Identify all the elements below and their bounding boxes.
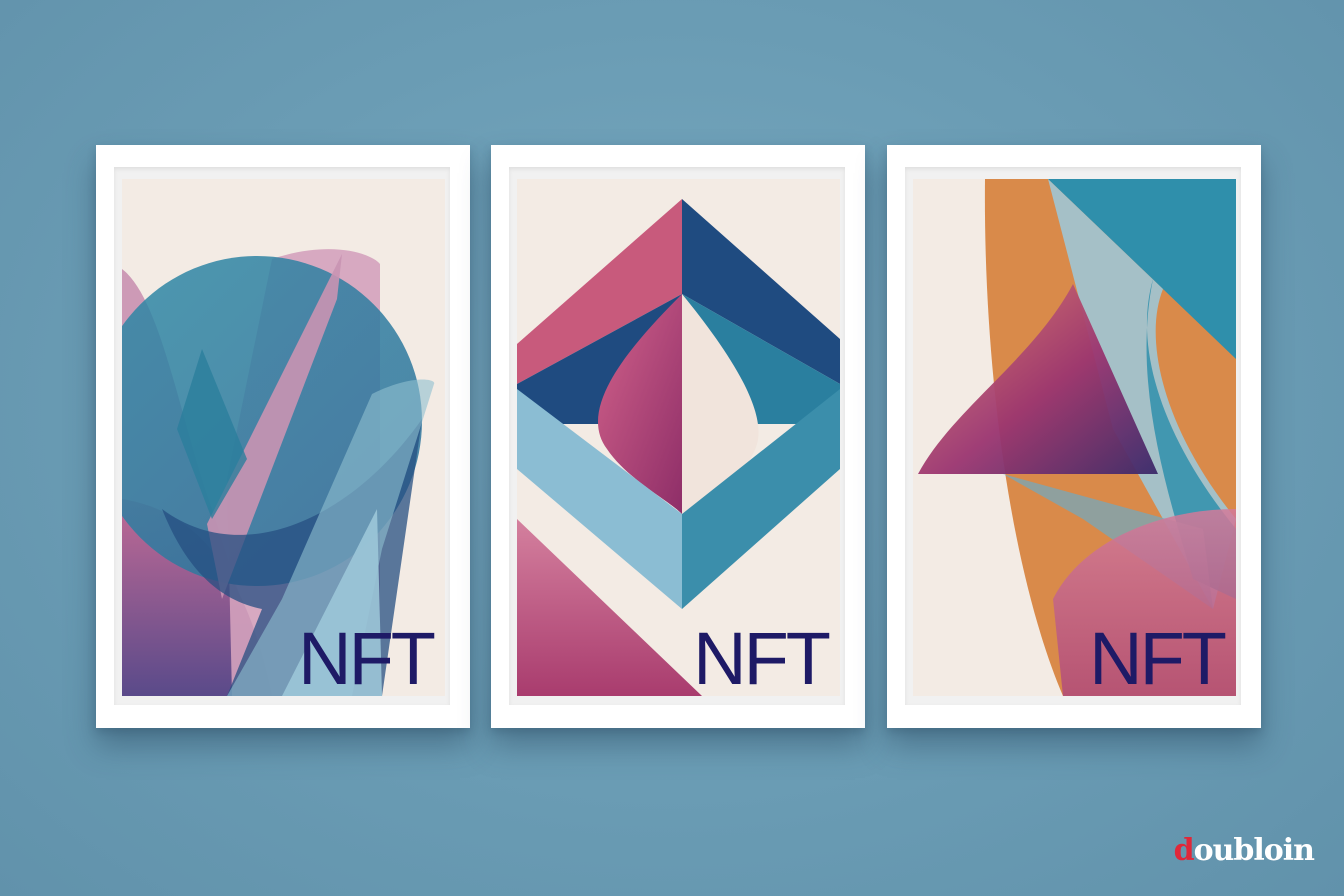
nft-label: NFT [298, 617, 436, 696]
artwork-3: NFT [913, 179, 1236, 696]
poster-frame-1: NFT [96, 145, 470, 728]
artwork-1: NFT [122, 179, 445, 696]
poster-frame-2: NFT [491, 145, 865, 728]
poster-frame-3: NFT [887, 145, 1261, 728]
watermark-logo: doubloin [1173, 833, 1315, 868]
watermark-accent: d [1173, 833, 1195, 868]
nft-label: NFT [693, 617, 831, 696]
watermark-text: oubloin [1193, 833, 1315, 868]
nft-label: NFT [1089, 617, 1227, 696]
artwork-2: NFT [517, 179, 840, 696]
